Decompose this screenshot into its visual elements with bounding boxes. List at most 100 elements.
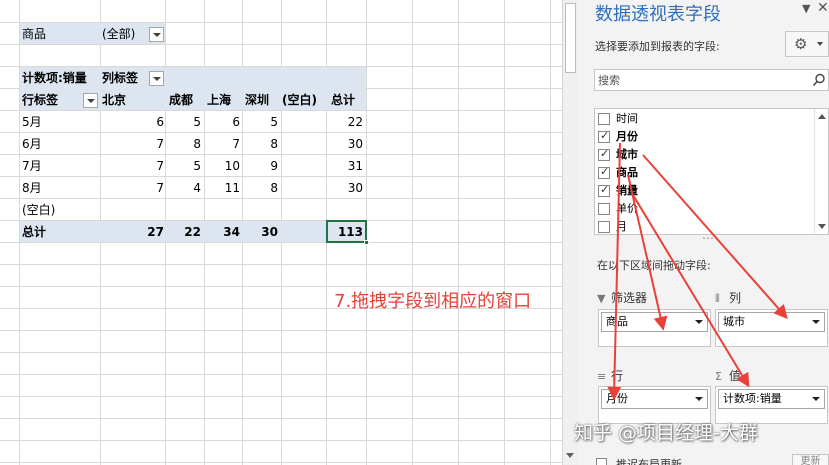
scrollbar-thumb[interactable] xyxy=(565,3,576,73)
defer-label: 推迟布局更新 xyxy=(616,458,682,465)
total-cell: 30 xyxy=(261,225,278,239)
filters-field-chip[interactable]: 商品 xyxy=(601,312,708,332)
table-cell: 22 xyxy=(347,115,363,129)
chevron-down-icon[interactable] xyxy=(695,397,703,401)
choose-fields-label: 选择要添加到报表的字段: xyxy=(595,40,720,53)
table-cell: 31 xyxy=(347,159,363,173)
rows-field-chip[interactable]: 月份 xyxy=(601,389,708,409)
field-label: 时间 xyxy=(616,112,638,125)
table-cell: 7 xyxy=(232,137,240,151)
filter-field-label: 商品 xyxy=(22,27,47,41)
field-checkbox[interactable] xyxy=(598,203,610,215)
gear-icon: ⚙ xyxy=(794,35,808,53)
update-button[interactable]: 更新 xyxy=(792,454,829,465)
sheet-vertical-scrollbar[interactable] xyxy=(562,0,578,465)
total-cell: 34 xyxy=(223,225,240,239)
column-header: 深圳 xyxy=(245,93,270,107)
scroll-down-arrow-icon[interactable] xyxy=(565,450,576,460)
field-checkbox[interactable] xyxy=(598,147,610,161)
fill-handle[interactable] xyxy=(364,240,369,245)
filters-area-header: ▼ 筛选器 xyxy=(597,289,647,306)
row-label: (空白) xyxy=(22,203,56,217)
selected-cell[interactable] xyxy=(326,220,369,245)
field-label: 商品 xyxy=(616,166,638,179)
column-header: (空白) xyxy=(282,93,317,107)
table-cell xyxy=(281,111,324,133)
table-cell: 5 xyxy=(270,115,278,129)
table-cell: 7 xyxy=(156,181,164,195)
close-icon[interactable]: ✕ xyxy=(817,0,829,16)
column-labels-dropdown-button[interactable] xyxy=(149,71,164,86)
row-label: 5月 xyxy=(22,115,42,129)
columns-field-chip[interactable]: 城市 xyxy=(718,312,825,332)
table-cell: 30 xyxy=(347,181,363,195)
pane-options-chevron-icon[interactable]: ▼ xyxy=(802,2,810,15)
chevron-down-icon xyxy=(817,42,823,46)
field-checkbox[interactable] xyxy=(598,113,610,125)
chip-label: 商品 xyxy=(606,315,628,328)
filters-drop-zone[interactable]: 商品 xyxy=(598,309,711,347)
table-cell: 9 xyxy=(270,159,278,173)
defer-checkbox[interactable] xyxy=(596,458,607,465)
section-splitter[interactable] xyxy=(594,231,829,246)
row-label: 8月 xyxy=(22,181,42,195)
value-header: 计数项:销量 xyxy=(22,71,87,85)
table-cell: 7 xyxy=(156,159,164,173)
field-label: 销量 xyxy=(616,184,638,197)
instruction-annotation: 7.拖拽字段到相应的窗口 xyxy=(334,291,532,312)
sigma-icon: Σ xyxy=(715,370,722,383)
grid-line xyxy=(0,330,562,331)
pane-title: 数据透视表字段 xyxy=(595,4,721,25)
table-cell: 8 xyxy=(270,137,278,151)
field-list-scrollbar[interactable] xyxy=(814,109,828,234)
field-list-settings-button[interactable]: ⚙ xyxy=(785,31,829,57)
drag-areas-label: 在以下区域间拖动字段: xyxy=(597,259,711,272)
chevron-down-icon[interactable] xyxy=(812,320,820,324)
column-header: 上海 xyxy=(207,93,232,107)
pivot-total-row: 总计 27 22 34 30 113 xyxy=(20,221,366,243)
table-cell xyxy=(281,155,324,177)
grid-line xyxy=(0,264,562,265)
table-cell: 10 xyxy=(224,159,240,173)
search-icon[interactable] xyxy=(812,73,826,87)
field-checkbox[interactable] xyxy=(598,221,610,233)
field-list: 时间 月份 城市 商品 销量 单价 xyxy=(594,108,829,235)
worksheet-grid[interactable]: 商品 (全部) 计数项:销量 列标签 行标签 北京 成都 上海 深圳 (空白) … xyxy=(0,0,562,465)
rows-area-header: ≡ 行 xyxy=(597,367,623,384)
field-checkbox[interactable] xyxy=(598,183,610,197)
table-cell: 5 xyxy=(193,159,201,173)
row-label: 7月 xyxy=(22,159,42,173)
table-row: 5月 6 5 6 5 22 xyxy=(20,111,366,133)
row-labels-dropdown-button[interactable] xyxy=(83,93,98,108)
column-labels-header: 列标签 xyxy=(102,71,139,85)
grid-line xyxy=(0,352,562,353)
rows-area-title: 行 xyxy=(611,369,624,383)
total-label: 总计 xyxy=(22,225,47,239)
table-cell: 4 xyxy=(193,181,201,195)
filters-area-title: 筛选器 xyxy=(611,291,648,305)
total-cell: 27 xyxy=(147,225,164,239)
field-checkbox[interactable] xyxy=(598,129,610,143)
pivot-filter-row: 商品 (全部) xyxy=(20,23,165,45)
field-search-box[interactable] xyxy=(594,69,829,91)
table-cell: 8 xyxy=(193,137,201,151)
chevron-down-icon[interactable] xyxy=(812,397,820,401)
scroll-up-arrow-icon[interactable] xyxy=(818,114,826,119)
search-input[interactable] xyxy=(598,72,798,88)
columns-area-header: ⦀ 列 xyxy=(715,289,741,306)
chevron-down-icon[interactable] xyxy=(695,320,703,324)
column-header: 北京 xyxy=(102,93,127,107)
columns-drop-zone[interactable]: 城市 xyxy=(715,309,828,347)
table-cell: 30 xyxy=(347,137,363,151)
table-cell: 11 xyxy=(224,181,240,195)
table-cell: 5 xyxy=(193,115,201,129)
column-header: 总计 xyxy=(331,93,356,107)
values-field-chip[interactable]: 计数项:销量 xyxy=(718,389,825,409)
filter-value: (全部) xyxy=(102,27,136,41)
pivot-column-header-row: 行标签 北京 成都 上海 深圳 (空白) 总计 xyxy=(20,89,366,111)
total-cell xyxy=(281,221,324,243)
scroll-down-arrow-icon[interactable] xyxy=(818,224,826,229)
filter-dropdown-button[interactable] xyxy=(149,27,164,42)
field-checkbox[interactable] xyxy=(598,165,610,179)
values-area-title: 值 xyxy=(729,369,742,383)
